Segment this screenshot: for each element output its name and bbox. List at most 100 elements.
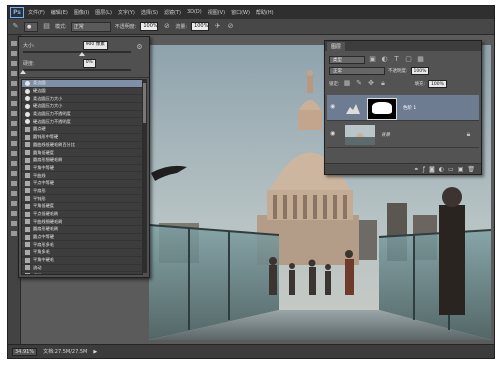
brush-tip-icon <box>25 96 30 102</box>
hardness-slider-thumb[interactable] <box>20 70 26 74</box>
layer-filter-dropdown[interactable]: 类型 <box>329 55 365 64</box>
fill-input[interactable]: 100% <box>428 79 447 88</box>
hardness-row: 硬度: 0% <box>23 59 96 68</box>
brush-preset-item[interactable]: 平角多毛 <box>22 249 142 257</box>
brush-preset-item[interactable]: 平曲线细硬毛刷 <box>22 218 142 227</box>
lock-all-icon[interactable]: 🔒︎ <box>379 79 388 88</box>
new-adjustment-icon[interactable]: ◐ <box>439 166 444 173</box>
filter-shape-icon[interactable]: ▢ <box>404 55 413 64</box>
brush-preset-item[interactable]: 流动 <box>22 265 142 273</box>
brush-preset-item[interactable]: 圆扇形硬毛刷 <box>22 226 142 234</box>
brush-preset-item[interactable]: 平扇形 <box>22 188 142 196</box>
link-layers-icon[interactable]: ⚭ <box>414 166 419 173</box>
brush-preset-item[interactable]: 圆扇形细硬毛刷 <box>22 157 142 165</box>
brush-preset-item[interactable]: 喷溅 <box>22 272 142 274</box>
brush-preset-item[interactable]: 圆点中等硬 <box>22 234 142 242</box>
brush-preset-item[interactable]: 平点中等硬 <box>22 180 142 188</box>
menu-help[interactable]: 帮助(H) <box>256 9 274 16</box>
menu-3d[interactable]: 3D(D) <box>187 9 202 16</box>
brush-preset-item[interactable]: 平角中硬毛 <box>22 257 142 265</box>
tab-layers[interactable]: 图层 <box>327 42 346 51</box>
hardness-input[interactable]: 0% <box>82 59 96 68</box>
airbrush-icon[interactable]: ✈ <box>213 22 222 31</box>
size-input[interactable]: 900 像素 <box>82 41 108 50</box>
filter-smart-icon[interactable]: ▦ <box>416 55 425 64</box>
layer-mask-thumbnail[interactable] <box>367 98 397 120</box>
lock-position-icon[interactable]: ✥ <box>367 79 376 88</box>
size-slider[interactable] <box>23 51 131 53</box>
delete-layer-icon[interactable]: 🗑︎ <box>467 166 475 173</box>
brush-preset-item[interactable]: 平点低硬毛刷 <box>22 211 142 219</box>
mode-label: 模式: <box>55 24 67 30</box>
fx-icon[interactable]: ƒ <box>423 166 425 173</box>
brush-preset-item[interactable]: 圆角低硬度 <box>22 149 142 157</box>
menu-filter[interactable]: 滤镜(T) <box>164 9 181 16</box>
layer-row-levels[interactable]: ◉ 色阶 1 <box>327 95 479 121</box>
mode-dropdown[interactable]: 正常 <box>70 21 111 32</box>
panel-settings-icon[interactable]: ⚙ <box>135 43 144 52</box>
brush-tip-icon <box>25 80 30 86</box>
brush-preset-label: 平扇形多毛 <box>33 241 54 247</box>
filter-type-icon[interactable]: T <box>392 55 401 64</box>
menu-edit[interactable]: 编辑(E) <box>51 9 68 16</box>
brush-preset-label: 硬边圆压力大小 <box>33 103 63 109</box>
brush-preset-item[interactable]: 硬边圆压力大小 <box>22 103 142 111</box>
brush-preset-item[interactable]: 柔边圆 <box>22 80 142 88</box>
brush-preset-item[interactable]: 圆点硬 <box>22 126 142 134</box>
brush-preset-item[interactable]: 柔边圆压力不透明度 <box>22 111 142 119</box>
add-mask-icon[interactable]: ◙ <box>429 166 435 173</box>
filter-pixel-icon[interactable]: ▣ <box>368 55 377 64</box>
brush-tool-icon[interactable]: ✎ <box>11 22 20 31</box>
menu-type[interactable]: 文字(Y) <box>118 9 135 16</box>
hardness-slider[interactable] <box>23 69 131 71</box>
brush-preset-label: 流动 <box>33 264 42 270</box>
brush-tip-icon <box>25 257 30 263</box>
new-layer-icon[interactable]: ▣ <box>458 166 464 173</box>
blend-mode-dropdown[interactable]: 正常 <box>329 67 385 75</box>
brush-preset-item[interactable]: 硬边圆 <box>22 88 142 96</box>
layer-row-background[interactable]: ◉ 背景 🔒︎ <box>327 122 479 148</box>
brush-preset-item[interactable]: 硬边圆压力不透明度 <box>22 118 142 127</box>
menu-layer[interactable]: 图层(L) <box>95 9 112 16</box>
brush-preset-item[interactable]: 平曲线 <box>22 172 142 180</box>
brush-preset-label: 平角中硬毛 <box>33 257 54 263</box>
brush-preset-item[interactable]: 圆曲线低硬毛刷百分比 <box>22 142 142 150</box>
flow-input[interactable]: 100% <box>191 22 210 31</box>
lock-paint-icon[interactable]: ✎ <box>355 79 364 88</box>
layer-name-background[interactable]: 背景 <box>381 132 390 138</box>
brush-preset-item[interactable]: 平钝形 <box>22 195 142 203</box>
menu-file[interactable]: 文件(F) <box>28 9 45 16</box>
filter-adjust-icon[interactable]: ◐ <box>380 55 389 64</box>
brush-preset-item[interactable]: 平扇形多毛 <box>22 241 142 250</box>
brush-preset-label: 硬边圆 <box>33 88 46 94</box>
zoom-level[interactable]: 34.91% <box>12 347 38 356</box>
brush-preset-picker[interactable]: ● <box>24 21 38 32</box>
menu-view[interactable]: 视图(V) <box>208 9 225 16</box>
size-slider-thumb[interactable] <box>79 52 86 56</box>
lock-pixels-icon[interactable]: ▦ <box>343 79 352 88</box>
visibility-eye-icon[interactable]: ◉ <box>330 131 337 137</box>
toggle-brush-panel-icon[interactable]: ▤ <box>42 22 51 31</box>
menu-select[interactable]: 选择(S) <box>141 9 158 16</box>
brush-preset-panel: 大小: 900 像素 ⚙ 硬度: 0% 柔边圆 硬边圆 柔边圆压力大小 硬边圆压力大小… <box>18 36 150 278</box>
menu-image[interactable]: 图像(I) <box>74 9 89 16</box>
brush-preset-item[interactable]: 平角低硬度 <box>22 203 142 211</box>
opacity-input[interactable]: 100% <box>140 22 159 31</box>
brush-preset-item[interactable]: 圆钝形中等硬 <box>22 134 142 142</box>
brush-tip-icon <box>25 142 30 148</box>
hardness-label: 硬度: <box>23 61 35 67</box>
scroll-knob[interactable] <box>143 83 146 123</box>
brush-list-scrollbar[interactable] <box>142 79 147 273</box>
menu-window[interactable]: 窗口(W) <box>231 9 250 16</box>
background-thumbnail[interactable] <box>345 125 375 145</box>
new-group-icon[interactable]: ▭ <box>448 166 454 173</box>
pressure-size-icon[interactable]: ⊘ <box>226 22 235 31</box>
pressure-opacity-icon[interactable]: ⊘ <box>162 22 171 31</box>
brush-preset-item[interactable]: 平角中等硬 <box>22 165 142 173</box>
layer-opacity-input[interactable]: 100% <box>410 67 430 75</box>
status-arrow-icon[interactable]: ▶ <box>93 349 97 355</box>
layer-name-levels[interactable]: 色阶 1 <box>403 105 416 111</box>
visibility-eye-icon[interactable]: ◉ <box>330 104 337 110</box>
brush-preset-item[interactable]: 柔边圆压力大小 <box>22 95 142 104</box>
brush-preset-label: 平点低硬毛刷 <box>33 211 59 217</box>
